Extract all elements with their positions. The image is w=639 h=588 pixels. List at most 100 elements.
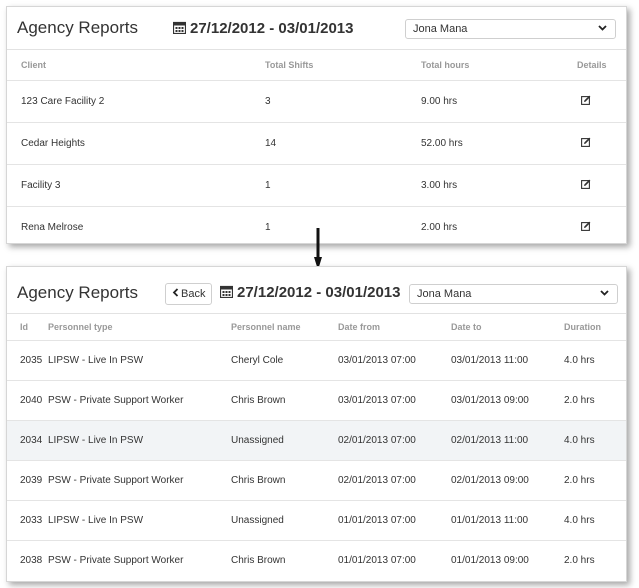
- duration-cell: 4.0 hrs: [564, 340, 626, 381]
- personnel-name-cell: Unassigned: [231, 420, 338, 461]
- details-cell: [577, 164, 626, 207]
- total-shifts-cell: 14: [265, 122, 421, 165]
- total-hours-cell: 2.00 hrs: [421, 206, 577, 243]
- duration-cell: 2.0 hrs: [564, 460, 626, 501]
- summary-table: Client Total Shifts Total hours Details …: [7, 50, 626, 243]
- table-row[interactable]: 2033 LIPSW - Live In PSW Unassigned 01/01/2…: [7, 500, 626, 541]
- chevron-down-icon: [600, 290, 609, 296]
- personnel-type-cell: LIPSW - Live In PSW: [48, 340, 231, 381]
- date-range-picker[interactable]: 27/12/2012 - 03/01/2013: [220, 284, 400, 301]
- personnel-type-cell: LIPSW - Live In PSW: [48, 420, 231, 461]
- back-button-label: Back: [181, 288, 206, 300]
- duration-cell: 4.0 hrs: [564, 420, 626, 461]
- total-shifts-cell: 1: [265, 206, 421, 243]
- date-from-cell: 01/01/2013 07:00: [338, 540, 451, 580]
- date-to-cell: 01/01/2013 11:00: [451, 500, 564, 541]
- id-cell: 2040: [7, 380, 48, 421]
- personnel-name-cell: Cheryl Cole: [231, 340, 338, 381]
- date-from-cell: 01/01/2013 07:00: [338, 500, 451, 541]
- table-header-row: Id Personnel type Personnel name Date fr…: [7, 314, 626, 341]
- calendar-icon: [220, 285, 233, 298]
- date-to-cell: 03/01/2013 11:00: [451, 340, 564, 381]
- details-table: Id Personnel type Personnel name Date fr…: [7, 314, 626, 580]
- personnel-name-cell: Chris Brown: [231, 460, 338, 501]
- details-cell: [577, 122, 626, 165]
- total-hours-cell: 52.00 hrs: [421, 122, 577, 165]
- date-to-cell: 01/01/2013 09:00: [451, 540, 564, 580]
- total-shifts-cell: 3: [265, 80, 421, 123]
- client-cell: 123 Care Facility 2: [7, 80, 265, 123]
- table-row[interactable]: 2034 LIPSW - Live In PSW Unassigned 02/01/2…: [7, 420, 626, 461]
- date-to-cell: 03/01/2013 09:00: [451, 380, 564, 421]
- column-header-total-shifts: Total Shifts: [265, 60, 314, 70]
- column-header-date-to: Date to: [451, 322, 482, 332]
- total-shifts-cell: 1: [265, 164, 421, 207]
- date-from-cell: 02/01/2013 07:00: [338, 460, 451, 501]
- date-range-text: 27/12/2012 - 03/01/2013: [237, 284, 401, 301]
- personnel-type-cell: PSW - Private Support Worker: [48, 380, 231, 421]
- date-from-cell: 03/01/2013 07:00: [338, 380, 451, 421]
- user-select[interactable]: Jona Mana: [405, 19, 616, 39]
- total-hours-cell: 3.00 hrs: [421, 164, 577, 207]
- column-header-details: Details: [577, 60, 607, 70]
- id-cell: 2033: [7, 500, 48, 541]
- duration-cell: 4.0 hrs: [564, 500, 626, 541]
- chevron-left-icon: [172, 288, 179, 297]
- summary-header: Agency Reports 27/12/2012 - 03/01/2013 J…: [7, 7, 626, 50]
- personnel-type-cell: LIPSW - Live In PSW: [48, 500, 231, 541]
- duration-cell: 2.0 hrs: [564, 380, 626, 421]
- user-select-value: Jona Mana: [413, 23, 468, 35]
- table-row[interactable]: 2035 LIPSW - Live In PSW Cheryl Cole 03/01/…: [7, 340, 626, 381]
- table-row: Cedar Heights 14 52.00 hrs: [7, 122, 626, 165]
- column-header-duration: Duration: [564, 322, 601, 332]
- client-cell: Rena Melrose: [7, 206, 265, 243]
- calendar-icon: [173, 21, 186, 34]
- date-range-picker[interactable]: 27/12/2012 - 03/01/2013: [173, 20, 353, 37]
- user-select-value: Jona Mana: [417, 288, 472, 300]
- page-title: Agency Reports: [17, 18, 138, 37]
- table-row: Facility 3 1 3.00 hrs: [7, 164, 626, 207]
- id-cell: 2034: [7, 420, 48, 461]
- back-button[interactable]: Back: [165, 283, 213, 305]
- id-cell: 2039: [7, 460, 48, 501]
- table-row[interactable]: 2040 PSW - Private Support Worker Chris Br…: [7, 380, 626, 421]
- client-cell: Cedar Heights: [7, 122, 265, 165]
- personnel-name-cell: Chris Brown: [231, 540, 338, 580]
- date-to-cell: 02/01/2013 11:00: [451, 420, 564, 461]
- column-header-date-from: Date from: [338, 322, 381, 332]
- details-header: Agency Reports Back 27/12/2012 - 03/01/2…: [7, 267, 626, 314]
- client-cell: Facility 3: [7, 164, 265, 207]
- column-header-personnel-name: Personnel name: [231, 322, 301, 332]
- column-header-id: Id: [20, 322, 28, 332]
- id-cell: 2038: [7, 540, 48, 580]
- details-panel: Agency Reports Back 27/12/2012 - 03/01/2…: [6, 266, 627, 582]
- edit-icon[interactable]: [581, 221, 591, 234]
- edit-icon[interactable]: [581, 179, 591, 192]
- table-row[interactable]: 2038 PSW - Private Support Worker Chris Br…: [7, 540, 626, 580]
- table-row: 123 Care Facility 2 3 9.00 hrs: [7, 80, 626, 123]
- page-title: Agency Reports: [17, 283, 138, 302]
- personnel-name-cell: Chris Brown: [231, 380, 338, 421]
- column-header-total-hours: Total hours: [421, 60, 470, 70]
- column-header-client: Client: [21, 60, 47, 70]
- date-from-cell: 02/01/2013 07:00: [338, 420, 451, 461]
- details-cell: [577, 206, 626, 243]
- edit-icon[interactable]: [581, 95, 591, 108]
- table-row[interactable]: 2039 PSW - Private Support Worker Chris Br…: [7, 460, 626, 501]
- column-header-personnel-type: Personnel type: [48, 322, 113, 332]
- duration-cell: 2.0 hrs: [564, 540, 626, 580]
- id-cell: 2035: [7, 340, 48, 381]
- personnel-name-cell: Unassigned: [231, 500, 338, 541]
- arrow-down-icon: [314, 228, 322, 270]
- total-hours-cell: 9.00 hrs: [421, 80, 577, 123]
- personnel-type-cell: PSW - Private Support Worker: [48, 460, 231, 501]
- chevron-down-icon: [598, 25, 607, 31]
- personnel-type-cell: PSW - Private Support Worker: [48, 540, 231, 580]
- user-select[interactable]: Jona Mana: [409, 284, 618, 304]
- details-cell: [577, 80, 626, 123]
- date-from-cell: 03/01/2013 07:00: [338, 340, 451, 381]
- date-to-cell: 02/01/2013 09:00: [451, 460, 564, 501]
- edit-icon[interactable]: [581, 137, 591, 150]
- table-header-row: Client Total Shifts Total hours Details: [7, 50, 626, 81]
- date-range-text: 27/12/2012 - 03/01/2013: [190, 20, 354, 37]
